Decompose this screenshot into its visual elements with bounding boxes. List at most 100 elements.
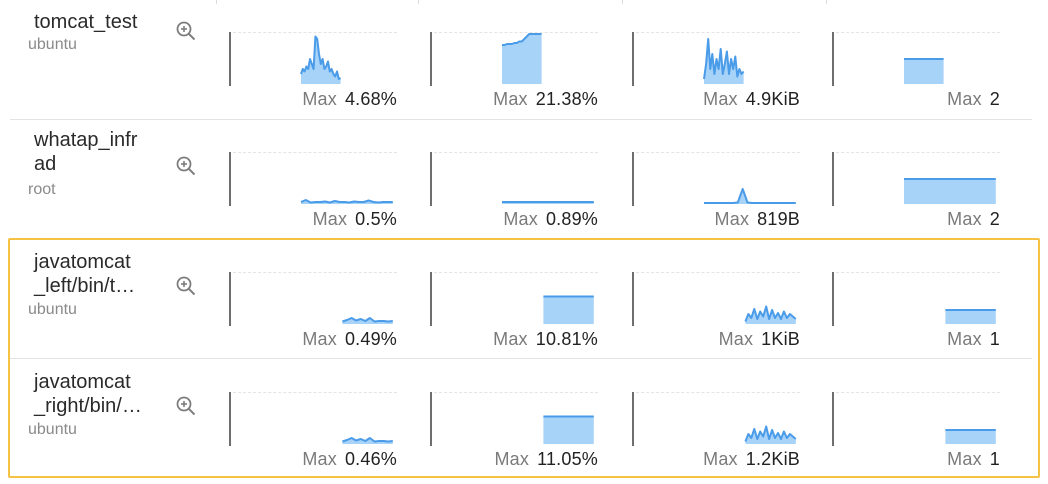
zoom-in-icon[interactable] bbox=[175, 155, 197, 177]
max-label: Max bbox=[493, 329, 528, 349]
max-readout: Max 10.81% bbox=[493, 329, 598, 350]
sparkline-area bbox=[945, 310, 996, 324]
max-label: Max bbox=[947, 449, 982, 469]
max-label: Max bbox=[703, 449, 738, 469]
max-value: 2 bbox=[989, 89, 1000, 109]
sparkline-line bbox=[704, 188, 796, 204]
max-value: 1 bbox=[989, 329, 1000, 349]
max-value: 1 bbox=[989, 449, 1000, 469]
process-row[interactable]: tomcat_testubuntu Max 4.68% Max 21.38% Max 4.9… bbox=[10, 0, 1032, 120]
process-user: ubuntu bbox=[28, 301, 77, 318]
metric-cell[interactable]: Max 2 bbox=[832, 32, 1012, 112]
metric-cell[interactable]: Max 1KiB bbox=[632, 272, 812, 352]
sparkline-chart bbox=[543, 415, 594, 444]
sparkline-chart bbox=[945, 429, 996, 444]
max-label: Max bbox=[312, 209, 348, 229]
max-value: 10.81% bbox=[535, 329, 598, 349]
metric-cell[interactable]: Max 2 bbox=[832, 152, 1012, 232]
sparkline-chart bbox=[502, 33, 542, 84]
max-label: Max bbox=[494, 449, 530, 469]
sparkline-area bbox=[945, 430, 996, 444]
max-readout: Max 0.89% bbox=[503, 209, 598, 230]
max-label: Max bbox=[302, 449, 337, 469]
metric-cell[interactable]: Max 1 bbox=[832, 272, 1012, 352]
max-value: 0.5% bbox=[355, 209, 397, 229]
max-label: Max bbox=[503, 209, 538, 229]
sparkline-chart bbox=[744, 425, 797, 444]
sparkline-chart bbox=[904, 58, 944, 84]
sparkline-line bbox=[300, 199, 393, 204]
metric-cell[interactable]: Max 1.2KiB bbox=[632, 392, 812, 472]
process-name: javatomcat _right/bin/… bbox=[34, 371, 142, 417]
max-value: 819B bbox=[757, 209, 800, 229]
metric-cell[interactable]: Max 10.81% bbox=[430, 272, 610, 352]
metric-cell[interactable]: Max 0.5% bbox=[229, 152, 409, 232]
max-label: Max bbox=[947, 329, 982, 349]
sparkline-area bbox=[904, 59, 944, 84]
max-label: Max bbox=[302, 89, 337, 109]
metric-cell[interactable]: Max 819B bbox=[632, 152, 812, 232]
max-label: Max bbox=[493, 89, 528, 109]
max-value: 4.9KiB bbox=[745, 89, 800, 109]
max-readout: Max 11.05% bbox=[494, 449, 598, 470]
sparkline-chart bbox=[704, 188, 796, 204]
max-value: 21.38% bbox=[535, 89, 598, 109]
max-value: 2 bbox=[989, 209, 1000, 229]
metric-cell[interactable]: Max 0.89% bbox=[430, 152, 610, 232]
metric-cell[interactable]: Max 4.9KiB bbox=[632, 32, 812, 112]
max-label: Max bbox=[718, 329, 754, 349]
sparkline-area bbox=[904, 179, 996, 204]
sparkline-chart bbox=[543, 295, 594, 324]
sparkline-chart bbox=[300, 35, 342, 84]
sparkline-chart bbox=[703, 38, 745, 84]
process-user: ubuntu bbox=[28, 421, 77, 438]
max-label: Max bbox=[947, 89, 982, 109]
max-value: 1.2KiB bbox=[745, 449, 800, 469]
sparkline-chart bbox=[342, 317, 393, 324]
process-name: javatomcat _left/bin/t… bbox=[34, 251, 136, 297]
metric-cell[interactable]: Max 0.46% bbox=[229, 392, 409, 472]
max-value: 11.05% bbox=[537, 449, 598, 469]
process-user: ubuntu bbox=[28, 36, 77, 53]
max-readout: Max 2 bbox=[947, 209, 1000, 230]
process-row[interactable]: javatomcat _left/bin/t… ubuntu Max 0.49% Max… bbox=[10, 240, 1032, 359]
metric-cell[interactable]: Max 0.49% bbox=[229, 272, 409, 352]
max-label: Max bbox=[714, 209, 750, 229]
metric-cell[interactable]: Max 4.68% bbox=[229, 32, 409, 112]
sparkline-area bbox=[543, 416, 594, 444]
max-readout: Max 1KiB bbox=[719, 329, 800, 350]
max-readout: Max 0.49% bbox=[302, 329, 397, 350]
zoom-in-icon[interactable] bbox=[175, 395, 197, 417]
sparkline-chart bbox=[945, 309, 996, 324]
max-value: 0.49% bbox=[344, 329, 397, 349]
sparkline-area bbox=[543, 296, 594, 324]
process-name: tomcat_test bbox=[34, 11, 138, 33]
process-row[interactable]: whatap_infr ad root Max 0.5% Max 0.89% Max 819B… bbox=[10, 120, 1032, 238]
sparkline-chart bbox=[904, 178, 996, 204]
process-row[interactable]: javatomcat _right/bin/… ubuntu Max 0.46% Max… bbox=[10, 360, 1032, 478]
max-label: Max bbox=[947, 209, 982, 229]
sparkline-chart bbox=[342, 437, 393, 444]
process-user: root bbox=[28, 181, 56, 198]
max-value: 4.68% bbox=[344, 89, 397, 109]
max-readout: Max 4.9KiB bbox=[703, 89, 800, 110]
sparkline-chart bbox=[300, 199, 393, 204]
max-value: 0.89% bbox=[545, 209, 598, 229]
max-value: 0.46% bbox=[344, 449, 397, 469]
max-readout: Max 2 bbox=[947, 89, 1000, 110]
metric-cell[interactable]: Max 11.05% bbox=[430, 392, 610, 472]
max-readout: Max 0.46% bbox=[302, 449, 397, 470]
zoom-in-icon[interactable] bbox=[175, 20, 197, 42]
max-label: Max bbox=[703, 89, 738, 109]
metric-cell[interactable]: Max 21.38% bbox=[430, 32, 610, 112]
max-value: 1KiB bbox=[761, 329, 800, 349]
process-name: whatap_infr ad bbox=[34, 129, 138, 175]
max-label: Max bbox=[302, 329, 337, 349]
metric-cell[interactable]: Max 1 bbox=[832, 392, 1012, 472]
max-readout: Max 1 bbox=[947, 449, 1000, 470]
max-readout: Max 0.5% bbox=[313, 209, 397, 230]
max-readout: Max 1.2KiB bbox=[703, 449, 800, 470]
zoom-in-icon[interactable] bbox=[175, 275, 197, 297]
max-readout: Max 21.38% bbox=[493, 89, 598, 110]
sparkline-chart bbox=[744, 305, 797, 324]
